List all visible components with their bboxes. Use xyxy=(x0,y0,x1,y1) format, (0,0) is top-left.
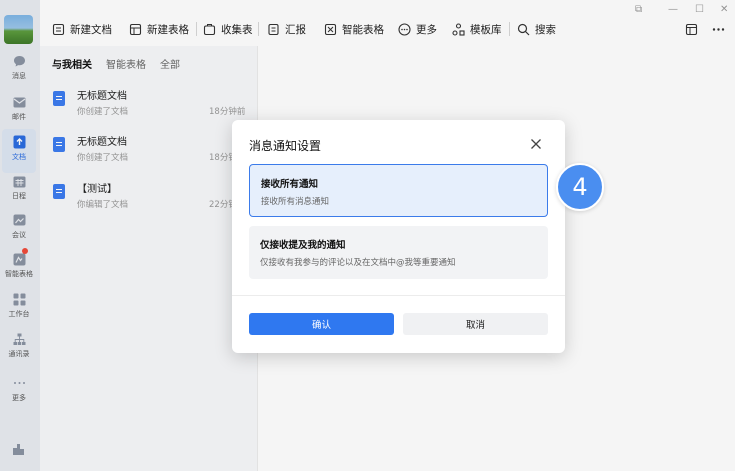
option-mentions-only[interactable]: 仅接收提及我的通知 仅接收有我参与的评论以及在文档中@我等重要通知 xyxy=(249,226,548,279)
close-icon[interactable] xyxy=(529,136,543,150)
option-description: 仅接收有我参与的评论以及在文档中@我等重要通知 xyxy=(260,258,456,268)
dialog-title: 消息通知设置 xyxy=(249,139,322,153)
confirm-button[interactable]: 确认 xyxy=(249,313,394,335)
option-receive-all[interactable]: 接收所有通知 接收所有消息通知 xyxy=(249,164,548,217)
dialog-divider xyxy=(232,295,565,296)
option-title: 仅接收提及我的通知 xyxy=(260,240,346,251)
notification-settings-dialog: 消息通知设置 接收所有通知 接收所有消息通知 仅接收提及我的通知 仅接收有我参与… xyxy=(232,120,565,353)
option-title: 接收所有通知 xyxy=(261,179,319,190)
step-number-badge: 4 xyxy=(556,163,604,211)
option-description: 接收所有消息通知 xyxy=(261,197,330,207)
cancel-button[interactable]: 取消 xyxy=(403,313,548,335)
